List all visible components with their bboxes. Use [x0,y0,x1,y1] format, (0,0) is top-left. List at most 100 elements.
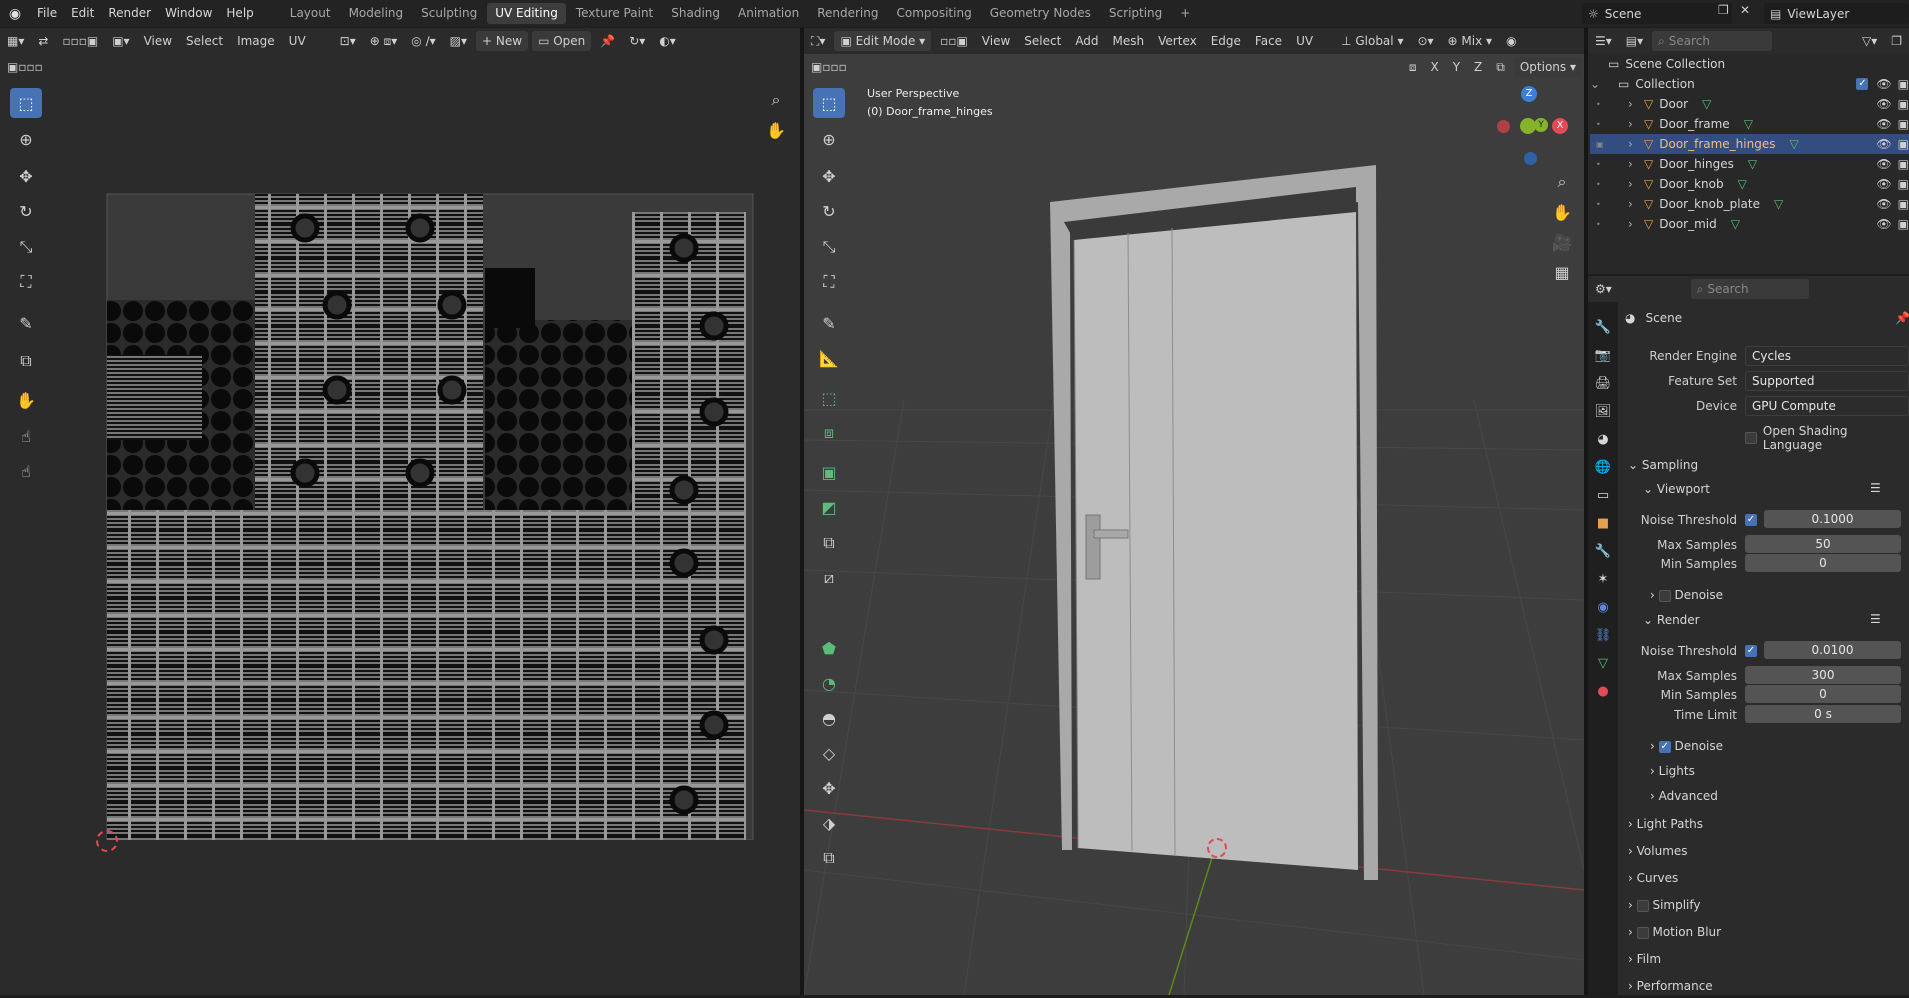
r-noise-threshold-field[interactable]: 0.0100 [1764,641,1901,659]
render-engine-dropdown[interactable]: Cycles [1745,346,1909,366]
annotate-tool[interactable]: ✎ [10,308,42,338]
osl-checkbox[interactable] [1745,432,1757,444]
collection-exclude-checkbox[interactable]: ✓ [1856,78,1869,90]
relax-tool[interactable]: ☝ [10,421,42,451]
world-tab-icon[interactable]: 🌐 [1592,454,1614,482]
mesh-data-icon[interactable]: ▽ [1744,117,1753,131]
rotate-tool[interactable]: ↻ [10,196,42,226]
mesh-data-icon[interactable]: ▽ [1774,197,1783,211]
door-model[interactable] [1040,160,1390,895]
open-image-button[interactable]: ▭ Open [532,31,592,51]
vp-menu-select[interactable]: Select [1017,31,1068,51]
expand-chevron-icon[interactable]: › [1628,177,1644,191]
cursor-tool[interactable]: ⊕ [10,124,42,154]
select-box-tool[interactable]: ⬚ [10,88,42,118]
gizmo-neg-y[interactable] [1520,118,1536,134]
menu-window[interactable]: Window [158,0,219,27]
properties-editor-type-icon[interactable]: ⚙▾ [1588,279,1619,299]
vp-menu-mesh[interactable]: Mesh [1106,31,1152,51]
spin-tool[interactable]: ◔ [813,668,845,698]
vp-menu-uv[interactable]: UV [1289,31,1320,51]
tab-compositing[interactable]: Compositing [888,3,979,24]
expand-chevron-icon[interactable]: › [1628,197,1644,211]
vp-box-select-icons[interactable]: ▣▫▫▫ [804,57,854,77]
vp-noise-threshold-field[interactable]: 0.1000 [1764,510,1901,528]
new-collection-icon[interactable]: ❐ [1884,31,1909,51]
transform-orientation[interactable]: ⊥ Global ▾ [1334,31,1410,51]
navigation-gizmo[interactable]: Z X Y [1490,84,1570,165]
blender-logo-icon[interactable]: ◉ [0,6,30,22]
gizmo-toggle-icon[interactable]: ↻▾ [622,31,652,51]
viewlayer-selector[interactable]: ▤ ViewLayer [1764,3,1909,24]
vp-min-samples-field[interactable]: 0 [1745,554,1901,572]
mesh-data-icon[interactable]: ▽ [1748,157,1757,171]
tab-texture-paint[interactable]: Texture Paint [568,3,661,24]
view-layer-tab-icon[interactable]: 🖼 [1592,398,1614,426]
edge-slide-tool[interactable]: ◇ [813,738,845,768]
extrude-tool[interactable]: ⧈ [813,418,845,448]
tab-uv-editing[interactable]: UV Editing [487,3,566,24]
vp-cursor-tool[interactable]: ⊕ [813,124,845,154]
tab-layout[interactable]: Layout [282,3,339,24]
expand-chevron-icon[interactable]: › [1628,137,1644,151]
mesh-data-icon[interactable]: ▽ [1702,97,1711,111]
outliner-search[interactable]: ⌕ Search [1652,31,1773,51]
vp-proportional-icon[interactable]: ◉ [1499,31,1523,51]
vp-scale-tool[interactable]: ⤡ [813,232,845,262]
vp-noise-threshold-checkbox[interactable]: ✓ [1745,514,1757,526]
visibility-icon[interactable]: 👁 [1876,97,1891,111]
panel-enable-checkbox[interactable] [1636,926,1649,939]
collection-visibility-icon[interactable]: 👁 [1876,77,1891,91]
perspective-toggle-icon[interactable]: ▦ [1548,258,1576,286]
collapse-chevron-icon[interactable]: ⌄ [1590,77,1618,91]
advanced-subpanel[interactable]: › Advanced [1650,784,1718,808]
gizmo-neg-z[interactable] [1524,152,1537,165]
output-tab-icon[interactable]: 🖨 [1592,370,1614,398]
scale-tool[interactable]: ⤡ [10,232,42,262]
vp-menu-vertex[interactable]: Vertex [1151,31,1204,51]
particles-tab-icon[interactable]: ✶ [1592,566,1614,594]
scene-selector[interactable]: ☼ Scene [1582,3,1732,24]
vp-move-tool[interactable]: ✥ [813,161,845,191]
pin-icon[interactable]: 📌 [593,31,622,51]
outliner-item-door-frame[interactable]: • › ▽ Door_frame ▽ 👁 ▣ [1590,114,1909,134]
render-visibility-icon[interactable]: ▣ [1898,197,1909,211]
shear-tool[interactable]: ⬗ [813,808,845,838]
move-tool[interactable]: ✥ [10,161,42,191]
panel-motion-blur[interactable]: › Motion Blur [1628,920,1721,944]
outliner-editor-type-icon[interactable]: ☰▾ [1588,31,1619,51]
options-dropdown[interactable]: Options ▾ [1513,57,1582,77]
mesh-data-icon[interactable]: ▽ [1731,217,1740,231]
new-scene-icon[interactable]: ❐ [1718,3,1729,17]
r-noise-threshold-checkbox[interactable]: ✓ [1745,645,1757,657]
vp-menu-edge[interactable]: Edge [1204,31,1248,51]
modifier-tab-icon[interactable]: 🔧 [1592,538,1614,566]
panel-simplify[interactable]: › Simplify [1628,893,1701,917]
panel-performance[interactable]: › Performance [1628,974,1713,998]
3d-cursor-icon[interactable] [1207,838,1227,858]
visibility-icon[interactable]: 👁 [1876,137,1891,151]
vp-denoise-checkbox[interactable] [1658,589,1671,602]
list-icon[interactable]: ☰ [1870,481,1881,495]
visibility-icon[interactable]: 👁 [1876,197,1891,211]
add-workspace-button[interactable]: + [1172,3,1198,24]
transform-tool[interactable]: ⛶ [10,267,42,297]
gizmo-y-axis[interactable]: Y [1534,118,1548,132]
render-visibility-icon[interactable]: ▣ [1898,217,1909,231]
expand-chevron-icon[interactable]: › [1628,157,1644,171]
viewport-editor-type-icon[interactable]: ⛶▾ [804,31,832,51]
smooth-tool[interactable]: ◓ [813,703,845,733]
vp-annotate-tool[interactable]: ✎ [813,308,845,338]
visibility-icon[interactable]: 👁 [1876,157,1891,171]
visibility-icon[interactable]: 👁 [1876,117,1891,131]
render-visibility-icon[interactable]: ▣ [1898,137,1909,151]
uv-layout-map[interactable] [100,190,760,840]
expand-chevron-icon[interactable]: › [1628,117,1644,131]
editor-type-icon[interactable]: ▦▾ [0,31,31,51]
filter-icon[interactable]: ▽▾ [1855,31,1884,51]
select-mode-icons[interactable]: ▫▫▫▣ [55,31,105,51]
vp-measure-tool[interactable]: 📐 [813,343,845,373]
render-tab-icon[interactable]: 📷 [1592,342,1614,370]
vp-denoise-header[interactable]: › Denoise [1650,583,1723,607]
render-visibility-icon[interactable]: ▣ [1898,97,1909,111]
